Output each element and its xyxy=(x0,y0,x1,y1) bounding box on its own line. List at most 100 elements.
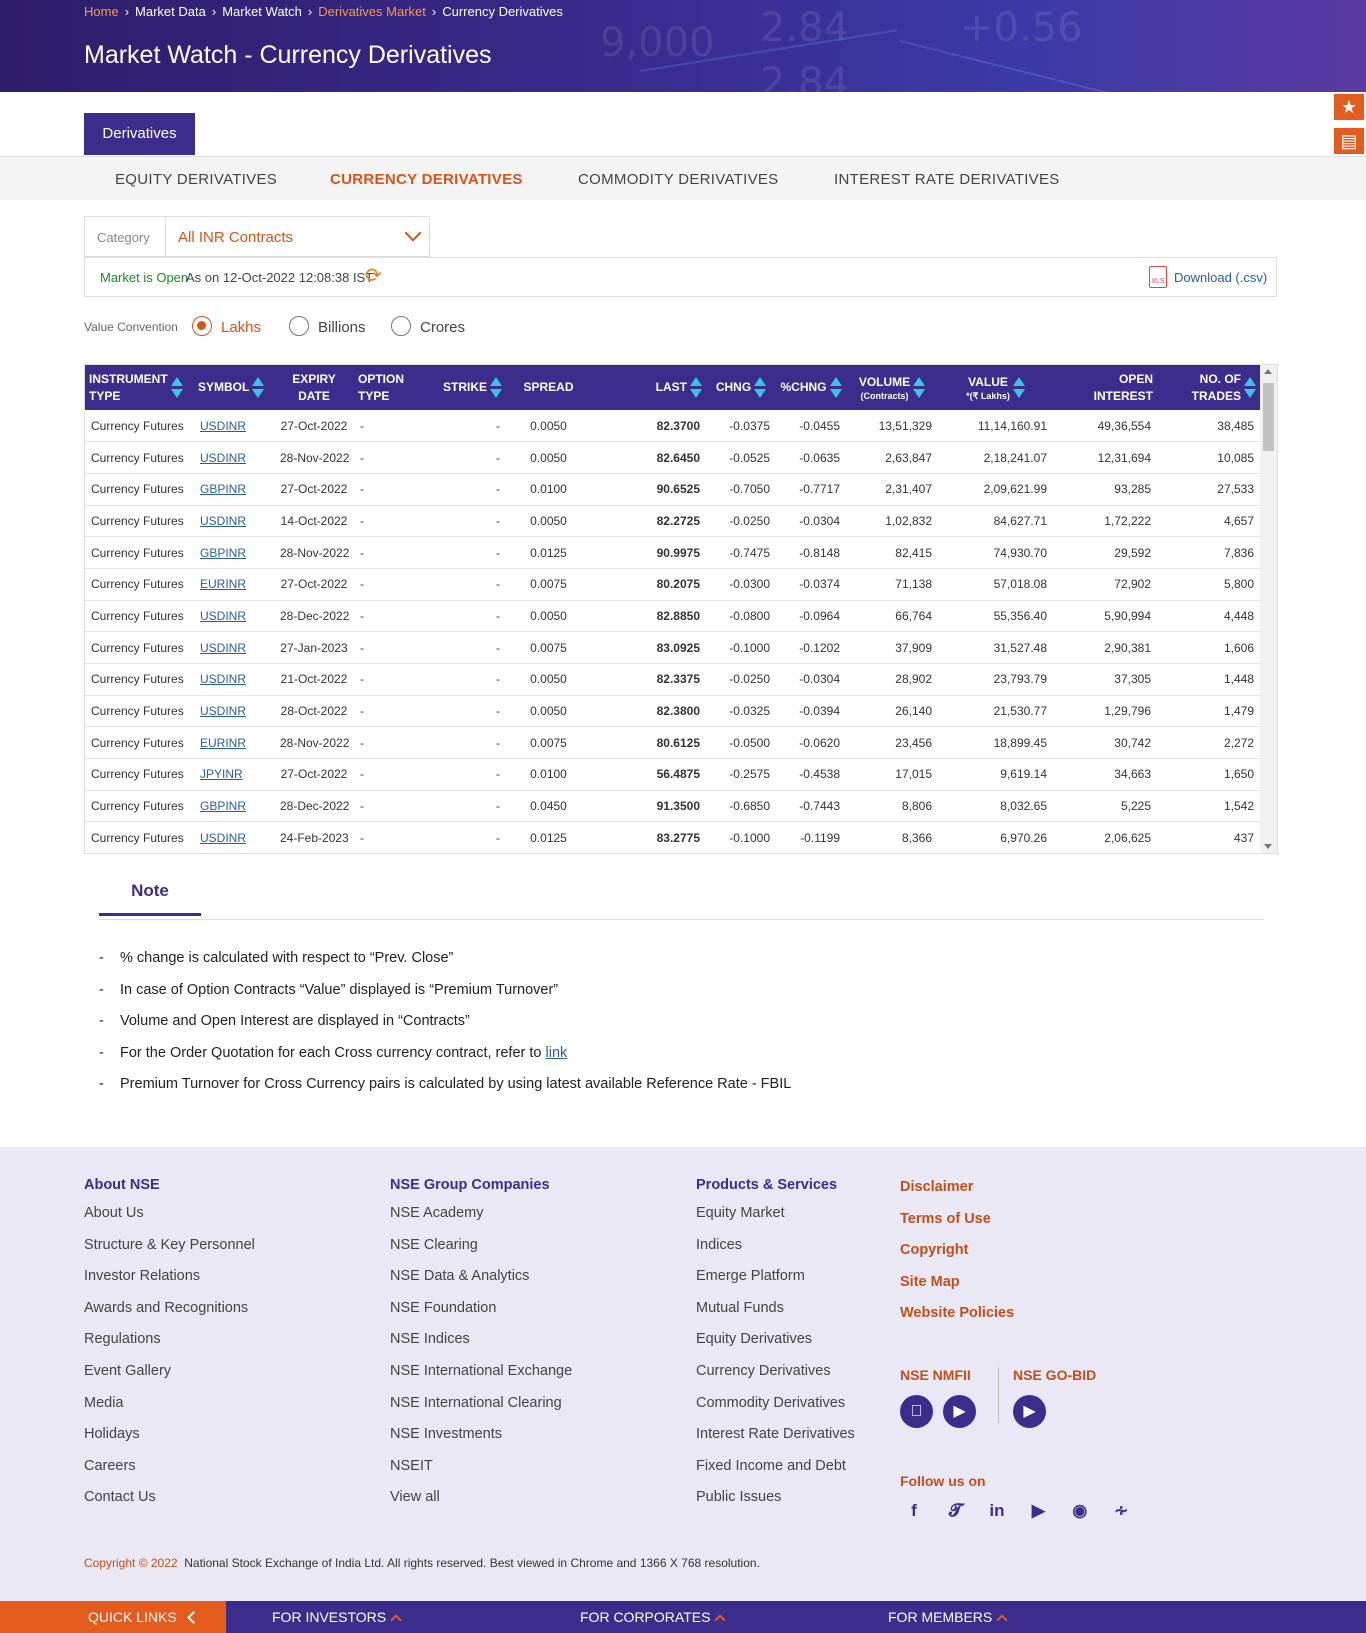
footer-link[interactable]: Mutual Funds xyxy=(696,1300,855,1332)
footer-legal-link[interactable]: Site Map xyxy=(900,1274,1014,1306)
footer-link[interactable]: Event Gallery xyxy=(84,1363,255,1395)
footer-link[interactable]: Structure & Key Personnel xyxy=(84,1237,255,1269)
footer-link[interactable]: Contact Us xyxy=(84,1489,255,1521)
footer-link[interactable]: NSE Investments xyxy=(390,1426,572,1458)
breadcrumb-home[interactable]: Home xyxy=(84,4,119,19)
note-link[interactable]: link xyxy=(546,1045,568,1061)
scroll-up-icon[interactable] xyxy=(1264,369,1272,374)
footer-link[interactable]: NSEIT xyxy=(390,1458,572,1490)
tab-derivatives[interactable]: Derivatives xyxy=(84,113,195,155)
linkedin-icon[interactable]: in xyxy=(983,1501,1011,1521)
subnav-equity-derivatives[interactable]: EQUITY DERIVATIVES xyxy=(115,171,277,188)
footer-link[interactable]: About Us xyxy=(84,1205,255,1237)
symbol-link[interactable]: USDINR xyxy=(200,514,246,528)
sort-arrows-icon[interactable] xyxy=(252,376,265,399)
symbol-link[interactable]: EURINR xyxy=(200,736,246,750)
sort-arrows-icon[interactable] xyxy=(1012,376,1025,399)
symbol-link[interactable]: JPYINR xyxy=(200,767,243,781)
for-investors-button[interactable]: FOR INVESTORS xyxy=(272,1601,402,1633)
footer-link[interactable]: Holidays xyxy=(84,1426,255,1458)
radio-lakhs[interactable] xyxy=(192,316,212,336)
document-icon[interactable]: ▤ xyxy=(1332,126,1366,156)
footer-link[interactable]: NSE International Clearing xyxy=(390,1395,572,1427)
column-header-strike[interactable]: STRIKE xyxy=(426,365,506,410)
footer-link[interactable]: Regulations xyxy=(84,1331,255,1363)
subnav-commodity-derivatives[interactable]: COMMODITY DERIVATIVES xyxy=(578,171,779,188)
refresh-icon[interactable]: ⟳ xyxy=(365,266,382,286)
footer-link[interactable]: Careers xyxy=(84,1458,255,1490)
google-play-icon[interactable]: ▶ xyxy=(1013,1395,1046,1428)
footer-link[interactable]: NSE Academy xyxy=(390,1205,572,1237)
radio-crores-label[interactable]: Crores xyxy=(420,319,465,336)
breadcrumb-derivatives-market[interactable]: Derivatives Market xyxy=(318,4,426,19)
sort-arrows-icon[interactable] xyxy=(690,376,702,399)
footer-link[interactable]: Media xyxy=(84,1395,255,1427)
radio-lakhs-label[interactable]: Lakhs xyxy=(221,319,261,336)
symbol-link[interactable]: USDINR xyxy=(200,451,246,465)
footer-link[interactable]: NSE Clearing xyxy=(390,1237,572,1269)
twitter-icon[interactable]: 𝓣 xyxy=(941,1501,969,1521)
footer-link[interactable]: NSE Data & Analytics xyxy=(390,1268,572,1300)
subnav-currency-derivatives[interactable]: CURRENCY DERIVATIVES xyxy=(330,171,523,188)
sort-arrows-icon[interactable] xyxy=(1244,376,1256,399)
radio-crores[interactable] xyxy=(391,316,411,336)
footer-link[interactable]: Emerge Platform xyxy=(696,1268,855,1300)
footer-legal-link[interactable]: Copyright xyxy=(900,1242,1014,1274)
note-tab[interactable]: Note xyxy=(99,881,201,916)
for-corporates-button[interactable]: FOR CORPORATES xyxy=(580,1601,727,1633)
footer-link[interactable]: Investor Relations xyxy=(84,1268,255,1300)
rss-icon[interactable]: ∻ xyxy=(1107,1501,1135,1521)
column-header-pct-chng[interactable]: %CHNG xyxy=(776,365,846,410)
footer-legal-link[interactable]: Website Policies xyxy=(900,1305,1014,1337)
column-header-chng[interactable]: CHNG xyxy=(706,365,776,410)
symbol-link[interactable]: GBPINR xyxy=(200,482,246,496)
footer-link[interactable]: NSE Foundation xyxy=(390,1300,572,1332)
accessibility-icon[interactable]: ★ xyxy=(1332,92,1366,122)
for-members-button[interactable]: FOR MEMBERS xyxy=(888,1601,1008,1633)
footer-link[interactable]: Interest Rate Derivatives xyxy=(696,1426,855,1458)
footer-link[interactable]: Fixed Income and Debt xyxy=(696,1458,855,1490)
footer-link[interactable]: NSE International Exchange xyxy=(390,1363,572,1395)
apple-app-icon[interactable]:  xyxy=(900,1395,933,1428)
symbol-link[interactable]: USDINR xyxy=(200,419,246,433)
footer-link[interactable]: View all xyxy=(390,1489,572,1521)
instagram-icon[interactable]: ◉ xyxy=(1066,1501,1094,1521)
symbol-link[interactable]: GBPINR xyxy=(200,546,246,560)
footer-link[interactable]: Indices xyxy=(696,1237,855,1269)
sort-arrows-icon[interactable] xyxy=(754,376,767,399)
column-header-instrument-type[interactable]: INSTRUMENT TYPE xyxy=(85,365,194,410)
symbol-link[interactable]: EURINR xyxy=(200,577,246,591)
scroll-thumb[interactable] xyxy=(1263,383,1274,451)
subnav-interest-rate-derivatives[interactable]: INTEREST RATE DERIVATIVES xyxy=(834,171,1060,188)
footer-legal-link[interactable]: Disclaimer xyxy=(900,1179,1014,1211)
symbol-link[interactable]: USDINR xyxy=(200,641,246,655)
youtube-icon[interactable]: ▶ xyxy=(1024,1501,1052,1521)
footer-link[interactable]: Equity Derivatives xyxy=(696,1331,855,1363)
google-play-icon[interactable]: ▶ xyxy=(943,1395,976,1428)
breadcrumb-market-data[interactable]: Market Data xyxy=(135,4,206,19)
symbol-link[interactable]: USDINR xyxy=(200,831,246,845)
facebook-icon[interactable]: f xyxy=(900,1501,928,1521)
footer-link[interactable]: NSE Indices xyxy=(390,1331,572,1363)
symbol-link[interactable]: USDINR xyxy=(200,704,246,718)
category-select[interactable]: Category All INR Contracts xyxy=(84,216,430,257)
footer-link[interactable]: Public Issues xyxy=(696,1489,855,1521)
footer-link[interactable]: Equity Market xyxy=(696,1205,855,1237)
sort-arrows-icon[interactable] xyxy=(829,376,842,399)
footer-link[interactable]: Awards and Recognitions xyxy=(84,1300,255,1332)
footer-legal-link[interactable]: Terms of Use xyxy=(900,1211,1014,1243)
column-header-no-of-trades[interactable]: NO. OF TRADES xyxy=(1157,365,1260,410)
radio-billions-label[interactable]: Billions xyxy=(318,319,366,336)
symbol-link[interactable]: USDINR xyxy=(200,672,246,686)
sort-arrows-icon[interactable] xyxy=(490,376,502,399)
symbol-link[interactable]: USDINR xyxy=(200,609,246,623)
table-scrollbar[interactable] xyxy=(1260,365,1277,853)
download-csv-link[interactable]: Download (.csv) xyxy=(1174,270,1267,285)
sort-arrows-icon[interactable] xyxy=(170,376,183,399)
sort-arrows-icon[interactable] xyxy=(913,376,926,399)
breadcrumb-market-watch[interactable]: Market Watch xyxy=(222,4,302,19)
column-header-symbol[interactable]: SYMBOL xyxy=(194,365,274,410)
scroll-down-icon[interactable] xyxy=(1264,844,1272,849)
quick-links-button[interactable]: QUICK LINKS xyxy=(0,1601,226,1633)
column-header-value[interactable]: VALUE *(₹ Lakhs) xyxy=(938,365,1053,410)
